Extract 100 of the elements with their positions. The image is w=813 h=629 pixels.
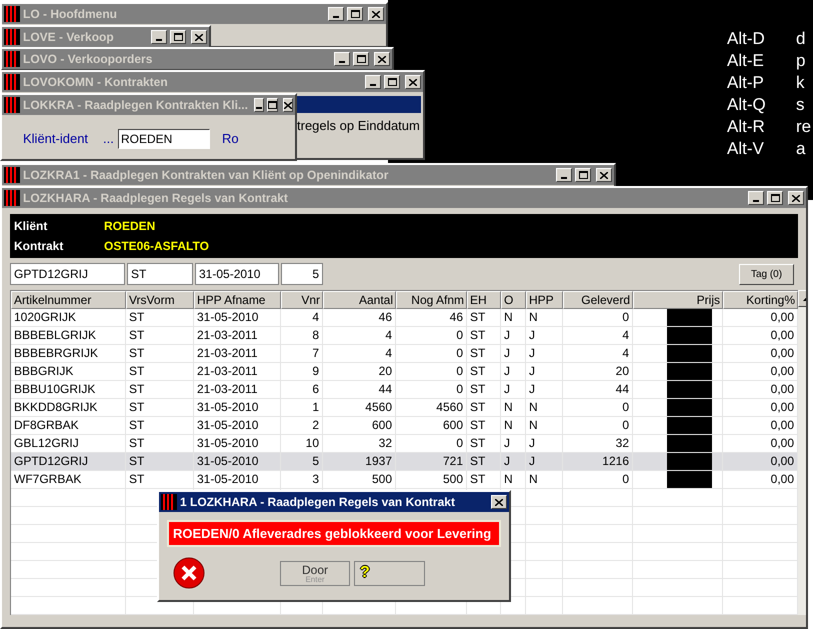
redaction-block — [667, 363, 712, 380]
filter-field[interactable]: 31-05-2010 — [195, 263, 279, 285]
table-row[interactable]: DF8GRBAK ST 31-05-2010 2 600 600 ST N N 0 0,00 — [11, 417, 798, 435]
table-row[interactable]: BBBEBRGRIJK ST 21-03-2011 7 4 0 ST J J 4 0,00 — [11, 345, 798, 363]
close-icon — [195, 34, 203, 40]
column-header[interactable]: HPP — [526, 291, 563, 309]
maximize-button[interactable] — [767, 191, 783, 205]
table-row[interactable]: BBBU10GRIJK ST 21-03-2011 6 44 0 ST J J 44 0,00 — [11, 381, 798, 399]
redaction-block — [667, 435, 712, 452]
table-cell: ST — [126, 471, 194, 489]
close-button[interactable] — [368, 7, 384, 21]
minimize-button[interactable] — [328, 7, 344, 21]
close-icon — [409, 78, 417, 86]
maximize-icon — [770, 194, 780, 202]
column-header[interactable]: Aantal — [323, 291, 396, 309]
redaction-block — [667, 417, 712, 434]
empty-cell — [526, 597, 563, 615]
maximize-button[interactable] — [353, 52, 369, 66]
table-row[interactable]: BBBGRIJK ST 21-03-2011 9 20 0 ST J J 20 0,00 — [11, 363, 798, 381]
close-button[interactable] — [596, 168, 612, 182]
maximize-icon — [388, 78, 396, 86]
window-title: LOVE - Verkoop — [23, 29, 114, 46]
minimize-button[interactable] — [151, 30, 167, 44]
close-button[interactable] — [405, 75, 421, 89]
column-header[interactable]: Vnr — [281, 291, 323, 309]
table-cell: 500 — [323, 471, 396, 489]
minimize-icon — [753, 200, 759, 202]
column-header[interactable]: VrsVorm — [126, 291, 194, 309]
header-value: ROEDEN — [104, 218, 156, 235]
table-row[interactable]: GBL12GRIJ ST 31-05-2010 10 32 0 ST J J 32 0,00 — [11, 435, 798, 453]
maximize-icon — [350, 10, 360, 18]
minimize-button[interactable] — [254, 98, 264, 112]
maximize-button[interactable] — [575, 168, 591, 182]
maximize-button[interactable] — [266, 98, 278, 112]
close-button[interactable] — [191, 30, 207, 44]
minimize-icon — [561, 177, 567, 179]
minimize-button[interactable] — [748, 191, 764, 205]
redaction-block — [667, 471, 712, 488]
column-header[interactable]: EH — [467, 291, 501, 309]
redaction-block — [667, 345, 712, 362]
redaction-block — [667, 309, 712, 326]
redaction-block — [667, 381, 712, 398]
maximize-button[interactable] — [384, 75, 400, 89]
app-icon — [4, 6, 20, 22]
table-row[interactable]: BBBEBLGRIJK ST 21-03-2011 8 4 0 ST J J 4 0,00 — [11, 327, 798, 345]
column-header[interactable]: Geleverd — [563, 291, 633, 309]
error-message: ROEDEN/0 Afleveradres geblokkeerd voor Levering — [167, 520, 501, 547]
column-header[interactable]: HPP Afname — [194, 291, 281, 309]
table-row[interactable]: BKKDD8GRIJK ST 31-05-2010 1 4560 4560 ST N N 0 0,00 — [11, 399, 798, 417]
filter-field[interactable]: ST — [127, 263, 193, 285]
field-label: Kliënt-ident — [23, 130, 90, 148]
shortcut-key: Alt-R — [727, 118, 796, 134]
column-header[interactable]: Korting% — [723, 291, 798, 309]
column-header[interactable]: Prijs — [633, 291, 723, 309]
shortcut-key: Alt-P — [727, 74, 796, 90]
close-icon — [600, 172, 608, 178]
window-title: LOZKHARA - Raadplegen Regels van Kontrakt — [23, 190, 288, 207]
app-icon — [4, 74, 20, 90]
minimize-icon — [156, 39, 162, 41]
table-row[interactable]: GPTD12GRIJ ST 31-05-2010 5 1937 721 ST J J 1216 0,00 — [11, 453, 798, 471]
maximize-button[interactable] — [170, 30, 186, 44]
close-button[interactable] — [374, 52, 390, 66]
shortcut-description: s — [796, 96, 804, 112]
empty-cell — [526, 561, 563, 579]
column-header[interactable]: Nog Afnm — [396, 291, 467, 309]
table-cell: 3 — [281, 471, 323, 489]
maximize-icon — [356, 55, 366, 63]
minimize-button[interactable] — [365, 75, 381, 89]
filter-field[interactable]: 5 — [281, 263, 323, 285]
close-button[interactable] — [788, 191, 804, 205]
client-name: Ro — [222, 130, 239, 148]
table-row[interactable]: WF7GRBAK ST 31-05-2010 3 500 500 ST N N 0 0,00 — [11, 471, 798, 489]
window-title: LOKKRA - Raadplegen Kontrakten Kli... — [23, 97, 248, 114]
close-icon — [792, 194, 800, 202]
header-value: OSTE06-ASFALTO — [104, 238, 209, 255]
table-row[interactable]: 1020GRIJK ST 31-05-2010 4 46 46 ST N N 0 0,00 — [11, 309, 798, 327]
maximize-icon — [268, 101, 277, 109]
empty-cell — [563, 489, 633, 507]
shortcut-description: re — [796, 118, 812, 134]
close-button[interactable] — [282, 98, 293, 112]
table-cell: 31-05-2010 — [194, 471, 281, 489]
column-header[interactable]: O — [501, 291, 526, 309]
minimize-button[interactable] — [556, 168, 572, 182]
redaction-block — [667, 453, 712, 470]
maximize-button[interactable] — [347, 7, 363, 21]
shortcut-key: Alt-V — [727, 140, 796, 156]
minimize-button[interactable] — [334, 52, 350, 66]
app-icon — [4, 97, 20, 113]
tag-button[interactable]: Tag (0) — [739, 264, 794, 284]
close-icon — [378, 56, 386, 62]
error-icon — [173, 557, 205, 589]
door-button[interactable]: Door Enter — [280, 560, 350, 586]
filter-field[interactable]: GPTD12GRIJ — [10, 263, 125, 285]
close-button[interactable] — [491, 495, 507, 509]
input-field[interactable]: ROEDEN — [118, 129, 210, 149]
empty-cell — [563, 525, 633, 543]
empty-cell — [526, 543, 563, 561]
close-icon — [495, 498, 503, 506]
column-header[interactable]: Artikelnummer — [11, 291, 126, 309]
minimize-icon — [256, 107, 262, 109]
